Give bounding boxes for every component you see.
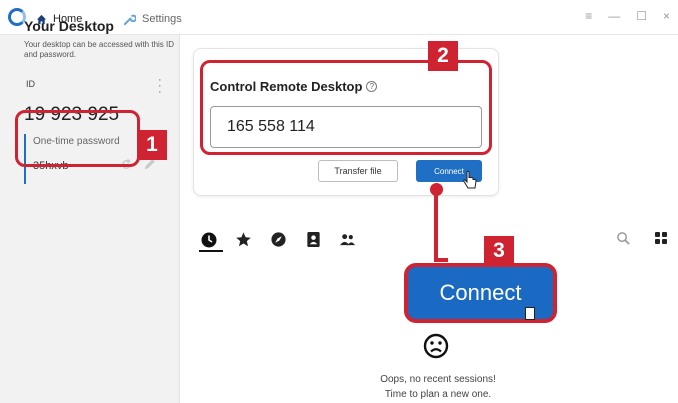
window-controls: ≡ — ☐ × xyxy=(585,9,670,23)
close-icon[interactable]: × xyxy=(663,9,670,23)
id-label: ID xyxy=(26,79,35,89)
sad-face-icon xyxy=(423,333,449,359)
step-badge-2: 2 xyxy=(428,41,458,71)
empty-state-line2: Time to plan a new one. xyxy=(384,389,492,400)
zoomed-cursor-icon xyxy=(525,307,535,320)
grid-view-icon[interactable] xyxy=(654,231,668,245)
step-badge-1: 1 xyxy=(137,130,167,160)
wrench-icon xyxy=(123,14,136,25)
sidebar-title: Your Desktop xyxy=(24,18,114,34)
favorites-icon[interactable] xyxy=(235,231,252,248)
empty-state-line1: Oops, no recent sessions! xyxy=(380,374,496,385)
tab-settings-label: Settings xyxy=(142,13,182,25)
recent-icon[interactable] xyxy=(200,231,218,249)
discover-icon[interactable] xyxy=(270,231,287,248)
sidebar xyxy=(0,35,180,403)
hand-cursor-icon xyxy=(463,170,477,189)
transfer-file-button[interactable]: Transfer file xyxy=(318,160,398,182)
people-icon[interactable] xyxy=(338,231,357,248)
connector-line-vertical xyxy=(434,189,438,261)
minimize-icon[interactable]: — xyxy=(608,9,620,23)
active-tab-underline xyxy=(199,250,223,252)
sidebar-description: Your desktop can be accessed with this I… xyxy=(24,40,175,59)
tab-settings[interactable]: Settings xyxy=(123,10,182,28)
maximize-icon[interactable]: ☐ xyxy=(636,9,647,23)
kebab-menu-icon[interactable]: · · · xyxy=(158,75,162,98)
step-badge-3: 3 xyxy=(484,236,514,266)
menu-icon[interactable]: ≡ xyxy=(585,9,592,23)
highlight-remote-box xyxy=(200,60,492,155)
address-book-icon[interactable] xyxy=(306,231,321,248)
connector-line-horizontal xyxy=(434,258,448,262)
search-icon[interactable] xyxy=(616,231,631,246)
highlight-id-box xyxy=(15,110,140,167)
